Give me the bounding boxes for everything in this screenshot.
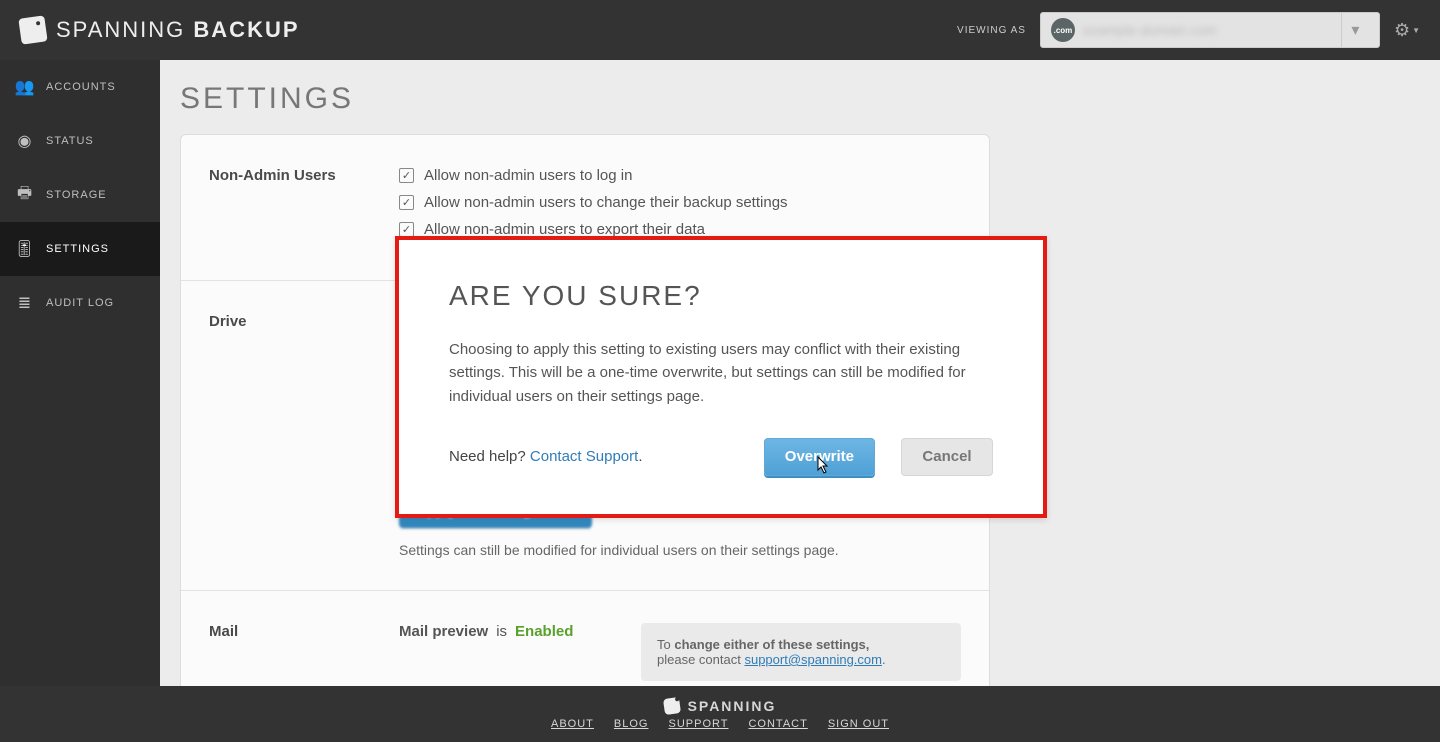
chevron-down-icon: ▼ bbox=[1412, 26, 1420, 35]
checkbox-checked-icon[interactable]: ✓ bbox=[399, 168, 414, 183]
app-header: SPANNING BACKUP VIEWING AS .com example-… bbox=[0, 0, 1440, 60]
sidebar-item-accounts[interactable]: 👥 ACCOUNTS bbox=[0, 60, 160, 114]
users-icon: 👥 bbox=[16, 77, 34, 97]
list-icon: ≣ bbox=[16, 293, 34, 313]
sidebar-item-label: STORAGE bbox=[46, 189, 107, 201]
sidebar-item-label: SETTINGS bbox=[46, 243, 109, 255]
modal-actions: Overwrite Cancel bbox=[764, 438, 993, 476]
section-body: Mail preview is Enabled To change either… bbox=[399, 623, 961, 681]
section-label: Mail bbox=[209, 623, 379, 681]
sidebar-item-audit-log[interactable]: ≣ AUDIT LOG bbox=[0, 276, 160, 330]
info-text-c: please contact bbox=[657, 652, 741, 667]
footer-brand: SPANNING bbox=[664, 698, 777, 714]
sidebar: 👥 ACCOUNTS ◉ STATUS 🖶 STORAGE 🎚 SETTINGS… bbox=[0, 60, 160, 686]
help-prefix: Need help? bbox=[449, 448, 526, 465]
checkbox-label: Allow non-admin users to log in bbox=[424, 167, 632, 184]
support-email-link[interactable]: support@spanning.com bbox=[744, 652, 882, 667]
sidebar-item-status[interactable]: ◉ STATUS bbox=[0, 114, 160, 168]
domain-dropdown[interactable]: .com example-domain.com ▾ bbox=[1040, 12, 1380, 48]
checkbox-row[interactable]: ✓ Allow non-admin users to change their … bbox=[399, 194, 961, 211]
brand-text-b: BACKUP bbox=[193, 17, 299, 42]
checkbox-label: Allow non-admin users to change their ba… bbox=[424, 194, 788, 211]
info-text-a: To bbox=[657, 637, 671, 652]
contact-support-link[interactable]: Contact Support bbox=[530, 448, 638, 465]
domain-badge-icon: .com bbox=[1051, 18, 1075, 42]
section-label: Non-Admin Users bbox=[209, 167, 379, 248]
brand-icon bbox=[663, 697, 681, 715]
storage-icon: 🖶 bbox=[16, 182, 34, 209]
confirm-modal: ARE YOU SURE? Choosing to apply this set… bbox=[395, 236, 1047, 518]
checkbox-row[interactable]: ✓ Allow non-admin users to log in bbox=[399, 167, 961, 184]
gear-icon: ⚙ bbox=[1394, 20, 1410, 41]
app-footer: SPANNING ABOUT BLOG SUPPORT CONTACT SIGN… bbox=[0, 686, 1440, 742]
info-text-b: change either of these settings, bbox=[674, 637, 869, 652]
checkbox-checked-icon[interactable]: ✓ bbox=[399, 222, 414, 237]
footer-links: ABOUT BLOG SUPPORT CONTACT SIGN OUT bbox=[551, 718, 889, 730]
sidebar-item-label: STATUS bbox=[46, 135, 94, 147]
checkbox-checked-icon[interactable]: ✓ bbox=[399, 195, 414, 210]
target-icon: ◉ bbox=[16, 131, 34, 151]
section-label: Drive bbox=[209, 313, 379, 558]
footer-link-about[interactable]: ABOUT bbox=[551, 718, 594, 730]
mail-preview-label: Mail preview bbox=[399, 623, 488, 640]
section-mail: Mail Mail preview is Enabled To change e… bbox=[181, 591, 989, 686]
footer-brand-text: SPANNING bbox=[688, 698, 777, 714]
page-title: SETTINGS bbox=[180, 82, 1420, 116]
sidebar-item-label: AUDIT LOG bbox=[46, 297, 114, 309]
sliders-icon: 🎚 bbox=[16, 239, 34, 259]
modal-title: ARE YOU SURE? bbox=[449, 280, 993, 312]
domain-text: example-domain.com bbox=[1083, 22, 1217, 38]
brand-icon bbox=[18, 15, 47, 44]
drive-note: Settings can still be modified for indiv… bbox=[399, 542, 961, 558]
brand-logo: SPANNING BACKUP bbox=[20, 17, 300, 43]
footer-link-contact[interactable]: CONTACT bbox=[748, 718, 807, 730]
cancel-button[interactable]: Cancel bbox=[901, 438, 993, 476]
chevron-down-icon[interactable]: ▾ bbox=[1341, 13, 1369, 47]
sidebar-item-label: ACCOUNTS bbox=[46, 81, 116, 93]
mail-status-value: Enabled bbox=[515, 623, 573, 640]
sidebar-item-settings[interactable]: 🎚 SETTINGS bbox=[0, 222, 160, 276]
settings-gear-menu[interactable]: ⚙ ▼ bbox=[1394, 20, 1420, 41]
mail-info-box: To change either of these settings, plea… bbox=[641, 623, 961, 681]
brand-text: SPANNING BACKUP bbox=[56, 17, 300, 43]
modal-help-text: Need help? Contact Support. bbox=[449, 448, 642, 465]
footer-link-support[interactable]: SUPPORT bbox=[668, 718, 728, 730]
mail-preview-status: Mail preview is Enabled bbox=[399, 623, 573, 640]
footer-link-signout[interactable]: SIGN OUT bbox=[828, 718, 889, 730]
header-right: VIEWING AS .com example-domain.com ▾ ⚙ ▼ bbox=[957, 12, 1420, 48]
viewing-as-label: VIEWING AS bbox=[957, 25, 1026, 36]
modal-footer: Need help? Contact Support. Overwrite Ca… bbox=[449, 438, 993, 476]
modal-body: Choosing to apply this setting to existi… bbox=[449, 338, 969, 408]
sidebar-item-storage[interactable]: 🖶 STORAGE bbox=[0, 168, 160, 222]
footer-link-blog[interactable]: BLOG bbox=[614, 718, 649, 730]
brand-text-a: SPANNING bbox=[56, 17, 185, 42]
overwrite-button[interactable]: Overwrite bbox=[764, 438, 875, 476]
mail-is-text: is bbox=[496, 623, 507, 640]
